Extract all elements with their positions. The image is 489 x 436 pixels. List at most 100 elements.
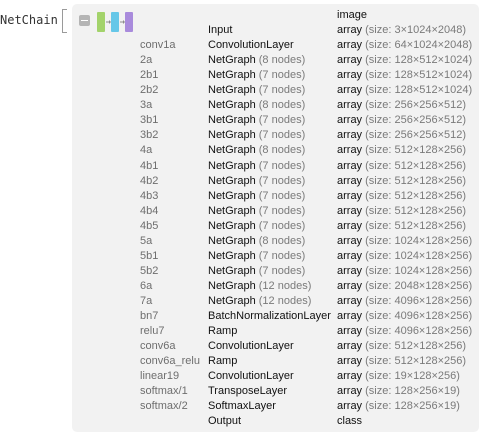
layer-type-label: Ramp (208, 355, 238, 368)
layer-output-shape: array (size: 512×128×256) (337, 204, 466, 219)
layer-type-label: NetGraph (208, 234, 256, 247)
layer-type: NetGraph (7 nodes) (208, 174, 305, 189)
layer-output-shape: array (size: 256×256×512) (337, 113, 466, 128)
layer-output-shape: array (size: 512×128×256) (337, 189, 466, 204)
layer-type: Output (208, 414, 241, 429)
layer-name: softmax/1 (140, 385, 188, 398)
port-size: (size: 128×256×19) (365, 400, 460, 413)
layer-node-count: (7 nodes) (258, 129, 306, 142)
layer-type-label: TransposeLayer (208, 385, 288, 398)
layer-name: 2b2 (140, 84, 159, 97)
layer-type: Input (208, 23, 232, 38)
port-kind: array (337, 355, 363, 368)
layer-type: ConvolutionLayer (208, 369, 294, 384)
layer-type: Ramp (208, 354, 237, 369)
port-kind: array (337, 174, 363, 187)
port-size: (size: 3×1024×2048) (365, 24, 467, 36)
layer-name: 5b2 (140, 264, 159, 277)
layer-name: conv6a (140, 340, 176, 353)
layer-type: NetGraph (7 nodes) (208, 219, 305, 234)
layer-type: ConvolutionLayer (208, 38, 294, 53)
layer-type-label: Ramp (208, 325, 238, 337)
layer-node-count: (7 nodes) (258, 114, 306, 127)
port-kind: array (337, 189, 363, 202)
layer-node-count: (7 nodes) (258, 204, 306, 217)
layer-type: Ramp (208, 324, 237, 339)
port-kind: array (337, 340, 363, 353)
layer-output-shape: array (size: 128×256×19) (337, 384, 460, 399)
layer-node-count: (8 nodes) (258, 234, 306, 247)
port-size: (size: 512×128×256) (365, 219, 467, 232)
port-size: (size: 512×128×256) (365, 340, 467, 353)
port-size: (size: 4096×128×256) (365, 309, 473, 322)
layer-type-label: ConvolutionLayer (208, 340, 294, 353)
layer-type-label: Input (208, 24, 233, 36)
port-kind: array (337, 159, 363, 172)
port-kind: array (337, 249, 363, 262)
layer-node-count: (7 nodes) (258, 159, 306, 172)
layer-output-shape: array (size: 512×128×256) (337, 219, 466, 234)
port-size: (size: 1024×128×256) (365, 234, 473, 247)
port-kind: array (337, 294, 363, 307)
layer-type-label: ConvolutionLayer (208, 370, 294, 383)
layer-type: NetGraph (7 nodes) (208, 113, 305, 128)
port-size: (size: 4096×128×256) (365, 294, 473, 307)
port-kind: array (337, 129, 363, 142)
layer-type: NetGraph (8 nodes) (208, 98, 305, 113)
layer-node-count: (7 nodes) (258, 264, 306, 277)
layer-type: NetGraph (7 nodes) (208, 204, 305, 219)
port-size: (size: 512×128×256) (365, 355, 467, 368)
port-kind: array (337, 144, 363, 157)
layer-type-label: NetGraph (208, 294, 256, 307)
layer-type-label: NetGraph (208, 279, 256, 292)
port-kind: array (337, 84, 363, 97)
layer-name: conv6a_relu (140, 355, 200, 368)
layer-output-shape: array (size: 512×128×256) (337, 159, 466, 174)
layer-node-count: (7 nodes) (258, 84, 306, 97)
port-size: (size: 512×128×256) (365, 189, 467, 202)
layer-name: bn7 (140, 309, 159, 322)
port-kind: class (337, 415, 363, 428)
port-kind: array (337, 370, 363, 383)
layer-output-shape: array (size: 256×256×512) (337, 128, 466, 143)
layer-name: 3b2 (140, 129, 159, 142)
layer-name: 4b2 (140, 174, 159, 187)
layer-node-count: (7 nodes) (258, 69, 306, 82)
layer-type: NetGraph (12 nodes) (208, 279, 311, 294)
layer-output-shape: array (size: 3×1024×2048) (337, 23, 466, 38)
port-size: (size: 512×128×256) (365, 174, 467, 187)
layer-type: TransposeLayer (208, 384, 287, 399)
layer-output-shape: array (size: 64×1024×2048) (337, 38, 472, 53)
layer-type-label: NetGraph (208, 69, 256, 82)
layer-name: 4b5 (140, 219, 159, 232)
port-header-name: image (337, 9, 367, 21)
layer-node-count: (8 nodes) (258, 54, 306, 67)
layer-type: NetGraph (12 nodes) (208, 294, 311, 309)
collapse-toggle-icon[interactable] (79, 15, 90, 26)
port-size: (size: 128×512×1024) (365, 69, 473, 82)
layer-name: 3b1 (140, 114, 159, 127)
port-size: (size: 512×128×256) (365, 204, 467, 217)
layer-output-shape: array (size: 4096×128×256) (337, 324, 472, 339)
port-kind: array (337, 204, 363, 217)
layer-output-shape: array (size: 128×512×1024) (337, 53, 472, 68)
port-kind: array (337, 69, 363, 82)
layer-name: 6a (140, 279, 153, 292)
layer-output-shape: array (size: 19×128×256) (337, 369, 460, 384)
port-kind: array (337, 234, 363, 247)
layer-name: 2a (140, 54, 153, 67)
layer-type-label: NetGraph (208, 84, 256, 97)
layer-type-label: ConvolutionLayer (208, 39, 294, 51)
layer-output-shape: array (size: 1024×128×256) (337, 264, 472, 279)
port-kind: array (337, 54, 363, 67)
layer-node-count: (12 nodes) (258, 294, 312, 307)
layer-type-label: NetGraph (208, 54, 256, 67)
layer-output-shape: array (size: 128×512×1024) (337, 68, 472, 83)
layer-type: NetGraph (7 nodes) (208, 128, 305, 143)
layer-output-shape: array (size: 512×128×256) (337, 174, 466, 189)
port-kind: array (337, 400, 363, 413)
layer-node-count: (8 nodes) (258, 144, 306, 157)
layer-output-shape: array (size: 1024×128×256) (337, 234, 472, 249)
port-size: (size: 256×256×512) (365, 129, 467, 142)
layer-output-shape: array (size: 512×128×256) (337, 339, 466, 354)
